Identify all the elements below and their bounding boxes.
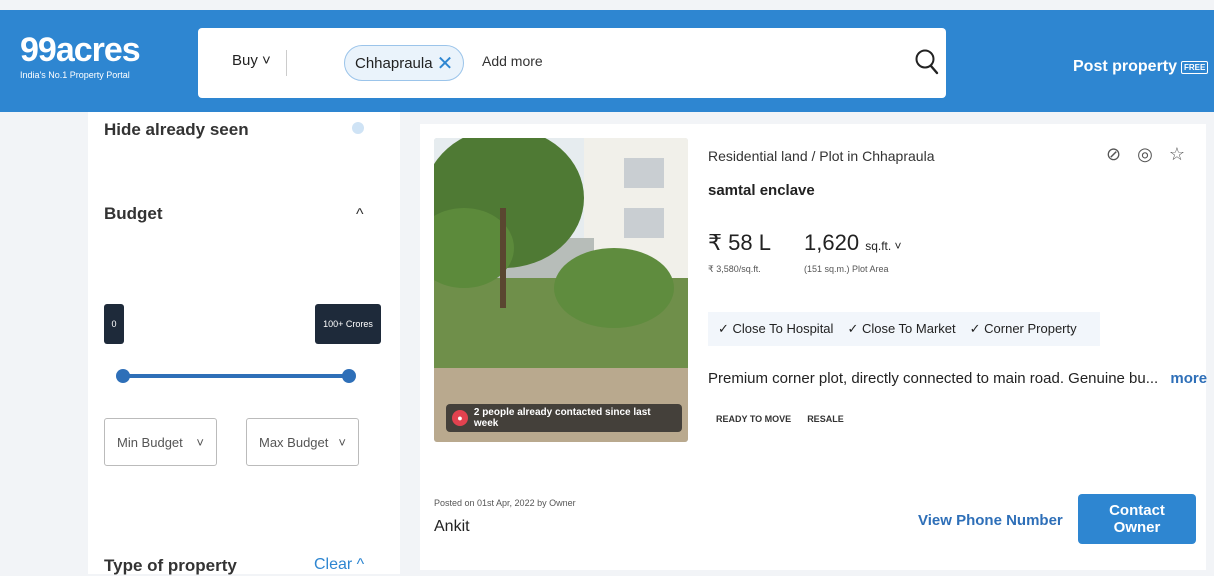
listing-tag: READY TO MOVE bbox=[716, 414, 792, 424]
area-sub: (151 sq.m.) Plot Area bbox=[804, 264, 889, 274]
plot-image bbox=[434, 138, 688, 442]
card-action-icons: ⊘ ◎ ☆ bbox=[1106, 144, 1185, 165]
search-divider bbox=[286, 50, 287, 76]
chevron-up-icon[interactable]: ^ bbox=[356, 206, 364, 224]
budget-slider-track[interactable] bbox=[122, 374, 348, 378]
price-per-sqft: ₹ 3,580/sq.ft. bbox=[708, 264, 761, 274]
buy-dropdown[interactable]: Buy ˅ bbox=[232, 52, 271, 69]
contacted-badge-text: 2 people already contacted since last we… bbox=[473, 407, 651, 429]
type-of-property-title: Type of property bbox=[104, 556, 237, 575]
more-link[interactable]: more bbox=[1170, 370, 1207, 387]
search-bar: Buy ˅ Chhapraula ✕ Add more bbox=[198, 28, 946, 98]
hide-seen-label: Hide already seen bbox=[104, 120, 249, 139]
view-phone-button[interactable]: View Phone Number bbox=[918, 512, 1063, 529]
star-icon[interactable]: ☆ bbox=[1169, 144, 1185, 165]
area-value: 1,620 bbox=[804, 230, 860, 255]
location-chip-label: Chhapraula bbox=[355, 54, 433, 72]
hide-seen-toggle[interactable] bbox=[352, 122, 364, 134]
owner-name: Ankit bbox=[434, 518, 470, 535]
logo-tagline: India's No.1 Property Portal bbox=[20, 70, 130, 80]
listing-tag: RESALE bbox=[807, 414, 844, 424]
description: Premium corner plot, directly connected … bbox=[708, 370, 1207, 387]
location-chip: Chhapraula ✕ bbox=[344, 45, 465, 81]
chevron-down-icon: ˅ bbox=[196, 434, 204, 450]
contact-owner-button[interactable]: Contact Owner bbox=[1078, 494, 1196, 544]
max-budget-select[interactable]: Max Budget ˅ bbox=[246, 418, 359, 466]
site-logo[interactable]: 99acres India's No.1 Property Portal bbox=[20, 31, 141, 80]
project-name[interactable]: samtal enclave bbox=[708, 182, 815, 199]
budget-max-tag: 100+ Crores bbox=[315, 304, 381, 344]
budget-slider-min-handle[interactable] bbox=[116, 369, 130, 383]
logo-text: 99acres bbox=[20, 31, 141, 69]
feature-item: ✓ Close To Market bbox=[847, 321, 956, 336]
listing-tags: READY TO MOVE RESALE bbox=[716, 414, 844, 424]
post-property-label: Post property bbox=[1073, 58, 1178, 75]
remove-location-icon[interactable]: ✕ bbox=[437, 51, 454, 76]
budget-slider-max-handle[interactable] bbox=[342, 369, 356, 383]
property-photo[interactable]: ● 2 people already contacted since last … bbox=[434, 138, 688, 442]
budget-min-tag: 0 bbox=[104, 304, 124, 344]
description-text: Premium corner plot, directly connected … bbox=[708, 370, 1159, 387]
feature-list: ✓ Close To Hospital ✓ Close To Market ✓ … bbox=[708, 312, 1100, 346]
chevron-down-icon: ˅ bbox=[338, 434, 346, 450]
block-icon[interactable]: ⊘ bbox=[1106, 144, 1121, 165]
posted-info: Posted on 01st Apr, 2022 by Owner bbox=[434, 498, 576, 508]
feature-item: ✓ Close To Hospital bbox=[718, 321, 834, 336]
add-more-input[interactable]: Add more bbox=[482, 53, 543, 69]
property-type[interactable]: Residential land / Plot in Chhapraula bbox=[708, 148, 934, 164]
free-badge: FREE bbox=[1181, 60, 1209, 74]
top-header: 99acres India's No.1 Property Portal Buy… bbox=[0, 10, 1214, 112]
contacted-badge: ● 2 people already contacted since last … bbox=[446, 404, 682, 432]
search-icon[interactable] bbox=[914, 48, 940, 76]
max-budget-label: Max Budget bbox=[259, 434, 329, 450]
area: 1,620 sq.ft. ˅ bbox=[804, 230, 902, 256]
min-budget-select[interactable]: Min Budget ˅ bbox=[104, 418, 217, 466]
contact-badge-icon: ● bbox=[452, 410, 468, 426]
hide-icon[interactable]: ◎ bbox=[1137, 144, 1153, 165]
price: ₹ 58 L bbox=[708, 230, 771, 255]
budget-title: Budget bbox=[104, 204, 163, 223]
area-unit-dropdown[interactable]: sq.ft. ˅ bbox=[865, 239, 901, 253]
filter-sidebar: Hide already seen Budget ^ 0 100+ Crores… bbox=[88, 112, 400, 575]
post-property-link[interactable]: Post property FREE bbox=[1073, 58, 1209, 76]
min-budget-label: Min Budget bbox=[117, 434, 183, 450]
clear-type-button[interactable]: Clear ^ bbox=[314, 556, 364, 574]
feature-item: ✓ Corner Property bbox=[969, 321, 1077, 336]
property-card[interactable]: ● 2 people already contacted since last … bbox=[420, 124, 1207, 570]
